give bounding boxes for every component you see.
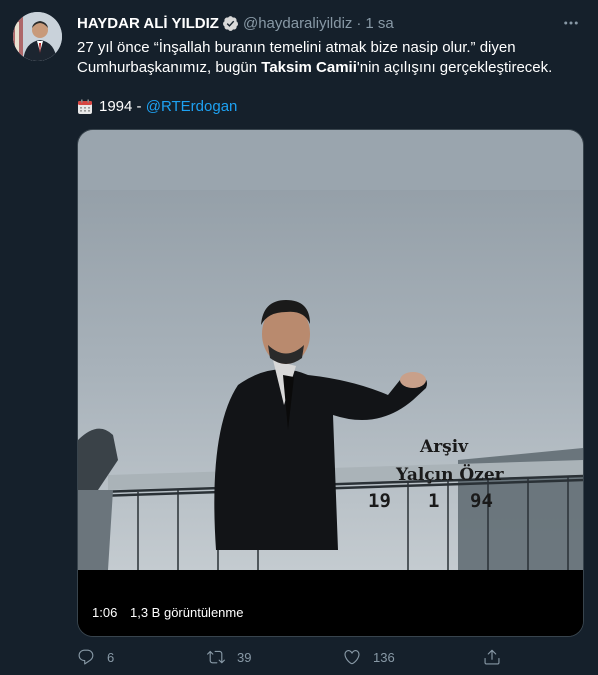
tweet-text: 27 yıl önce “İnşallah buranın temelini a… <box>77 38 577 78</box>
overlay-date-year: 94 <box>470 490 493 512</box>
like-icon <box>344 650 360 665</box>
reply-icon <box>78 649 94 665</box>
video-duration-badge: 1:06 <box>87 603 123 623</box>
overlay-date-day: 19 <box>368 490 391 512</box>
video-player[interactable]: Arşiv Yalçın Özer 19 1 94 1:06 1,3 B gör… <box>77 129 584 637</box>
overlay-name-text: Yalçın Özer <box>395 464 505 485</box>
share-button[interactable] <box>483 648 509 666</box>
tweet-text-bold: Taksim Camii <box>261 59 357 76</box>
more-icon[interactable] <box>560 12 582 34</box>
verified-badge-icon <box>222 15 239 32</box>
share-icon <box>484 649 500 665</box>
reply-button[interactable]: 6 <box>77 648 114 666</box>
like-button[interactable]: 136 <box>343 648 395 666</box>
author-name[interactable]: HAYDAR ALİ YILDIZ <box>77 15 219 32</box>
tweet[interactable]: HAYDAR ALİ YILDIZ @haydaraliyildiz · 1 s… <box>0 0 598 675</box>
retweet-count: 39 <box>237 649 252 665</box>
tweet-year-line: 1994 - @RTErdogan <box>77 97 237 117</box>
separator-dot: · <box>356 14 362 32</box>
mention-link[interactable]: @RTErdogan <box>146 97 238 117</box>
dash-separator: - <box>132 98 146 115</box>
tweet-header: HAYDAR ALİ YILDIZ @haydaraliyildiz · 1 s… <box>77 13 584 33</box>
overlay-date-month: 1 <box>428 490 439 512</box>
author-handle[interactable]: @haydaraliyildiz <box>243 15 352 32</box>
tweet-text-part2: 'nin açılışını gerçekleştirecek. <box>356 59 553 76</box>
reply-count: 6 <box>107 649 115 665</box>
overlay-archive-text: Arşiv <box>419 437 469 457</box>
video-frame: Arşiv Yalçın Özer 19 1 94 <box>78 130 583 636</box>
calendar-icon <box>77 99 93 115</box>
video-views-badge: 1,3 B görüntülenme <box>125 603 249 623</box>
retweet-icon <box>207 650 225 664</box>
tweet-actions: 6 39 136 <box>77 648 507 670</box>
timestamp[interactable]: 1 sa <box>365 15 393 32</box>
retweet-button[interactable]: 39 <box>207 648 251 666</box>
year-text: 1994 <box>99 98 133 115</box>
like-count: 136 <box>373 649 395 665</box>
avatar[interactable] <box>13 12 62 61</box>
